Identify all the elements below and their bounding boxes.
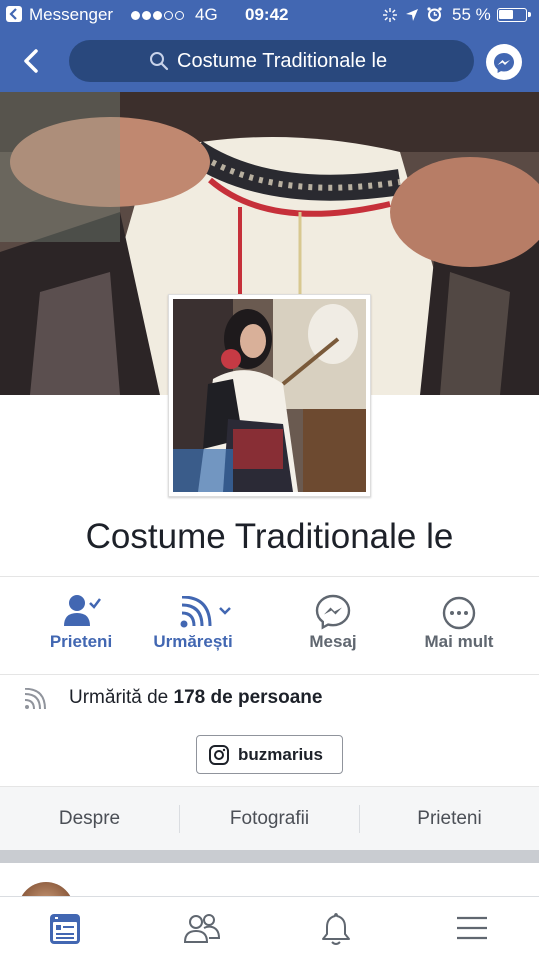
page-tabs: Despre Fotografii Prieteni [0, 786, 539, 850]
battery-percent: 55 % [452, 5, 491, 24]
more-button[interactable]: Mai mult [394, 592, 524, 652]
rss-icon [24, 688, 46, 710]
following-label: Urmărești [153, 632, 233, 651]
tab-menu[interactable] [452, 911, 492, 947]
network-type: 4G [195, 5, 218, 24]
message-button[interactable]: Mesaj [268, 592, 398, 652]
tab-news-feed[interactable] [47, 911, 87, 947]
profile-actions: Prieteni Urmărești Mesaj Mai mult [0, 592, 539, 662]
search-icon [150, 52, 169, 71]
tab-photos[interactable]: Fotografii [180, 787, 359, 851]
back-arrow-icon[interactable] [18, 47, 44, 75]
messenger-icon [494, 53, 514, 73]
followers-text[interactable]: Urmărită de 178 de persoane [69, 687, 322, 709]
brightness-icon [383, 7, 397, 22]
page-title: Costume Traditionale le [85, 517, 454, 556]
location-arrow-icon [406, 8, 418, 21]
section-separator [0, 850, 539, 863]
friends-icon [183, 914, 221, 943]
message-label: Mesaj [309, 632, 357, 651]
following-button[interactable]: Urmărești [128, 592, 258, 652]
tab-friends-requests[interactable] [182, 911, 222, 947]
tab-about[interactable]: Despre [0, 787, 179, 851]
followers-count: 178 de persoane [173, 687, 323, 708]
instagram-icon [209, 745, 229, 765]
friends-label: Prieteni [49, 632, 113, 651]
instagram-handle: buzmarius [238, 745, 324, 764]
battery-icon [497, 8, 531, 22]
more-icon [442, 596, 476, 630]
menu-icon [457, 916, 487, 940]
news-feed-icon [50, 914, 80, 944]
status-bar: Messenger 4G 09:42 55 % [0, 0, 539, 30]
divider [0, 674, 539, 675]
followers-info: Urmărită de 178 de persoane [0, 686, 539, 712]
bottom-tab-bar [0, 896, 539, 960]
top-header: Messenger 4G 09:42 55 % Costume Traditio… [0, 0, 539, 92]
signal-strength-icon [131, 11, 184, 20]
profile-photo[interactable] [168, 294, 371, 497]
clock: 09:42 [245, 5, 289, 24]
carrier-label[interactable]: Messenger [29, 5, 113, 25]
notifications-bell-icon [322, 913, 350, 945]
alarm-icon [427, 7, 442, 22]
messenger-icon [315, 594, 351, 630]
messenger-button[interactable] [486, 44, 522, 80]
followers-prefix: Urmărită de [69, 687, 169, 708]
tab-notifications[interactable] [316, 911, 356, 947]
status-icons [383, 7, 442, 22]
friends-button[interactable]: Prieteni [16, 592, 146, 652]
more-label: Mai mult [424, 632, 494, 651]
instagram-link[interactable]: buzmarius [196, 735, 343, 774]
divider [0, 576, 539, 577]
search-query[interactable]: Costume Traditionale le [177, 50, 387, 73]
back-to-app-icon[interactable] [6, 6, 22, 22]
follow-rss-icon [180, 596, 231, 628]
search-bar[interactable]: Costume Traditionale le [69, 40, 474, 82]
friends-check-icon [64, 595, 101, 626]
tab-friends[interactable]: Prieteni [360, 787, 539, 851]
